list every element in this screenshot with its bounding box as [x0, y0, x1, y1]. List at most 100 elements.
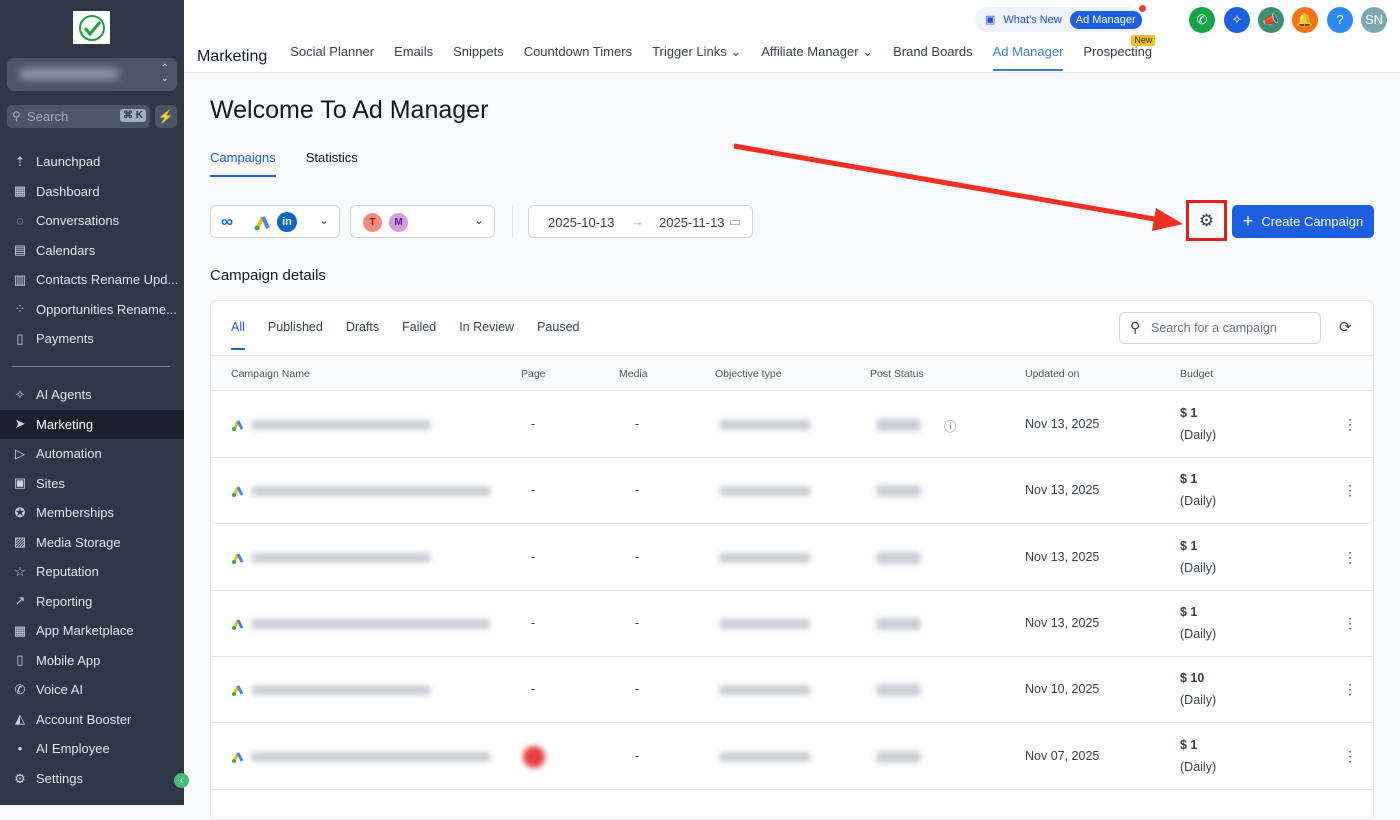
sidebar-item-ai[interactable]: ✧ AI Agents	[0, 380, 184, 410]
announcements-button[interactable]: 📣	[1258, 7, 1284, 33]
sidebar-item-label: Sites	[36, 475, 65, 491]
campaign-name-redacted[interactable]	[251, 751, 491, 762]
ai-sparkle-button[interactable]: ✧	[1224, 7, 1250, 33]
user-avatar[interactable]: SN	[1361, 7, 1387, 33]
more-actions-icon[interactable]: ⋮	[1343, 615, 1357, 632]
tab-snippets[interactable]: Snippets	[453, 43, 504, 71]
tab-label: Snippets	[453, 44, 504, 59]
campaign-name-redacted[interactable]	[251, 685, 431, 696]
sidebar-item-account[interactable]: ◭ Account Booster	[0, 705, 184, 735]
tab-statistics[interactable]: Statistics	[306, 150, 358, 177]
table-row[interactable]: - - Nov 13, 2025 $ 1 (Daily) ⋮ ⓘ	[211, 392, 1373, 458]
info-icon[interactable]: ⓘ	[944, 416, 957, 435]
date-range-picker[interactable]: 2025-10-13 → 2025-11-13 ▭	[528, 205, 753, 238]
sidebar-item-label: Media Storage	[36, 534, 121, 550]
sidebar-item-marketing[interactable]: ➤ Marketing	[0, 409, 184, 439]
account-select[interactable]: T M ⌄	[350, 205, 495, 238]
sidebar-item-memberships[interactable]: ✪ Memberships	[0, 498, 184, 528]
search-placeholder: Search	[27, 109, 69, 124]
campaign-name-redacted[interactable]	[251, 486, 491, 497]
objective-redacted	[719, 751, 811, 762]
search-placeholder: Search for a campaign	[1151, 321, 1277, 335]
more-actions-icon[interactable]: ⋮	[1343, 549, 1357, 566]
sidebar-item-opportunities[interactable]: ⁘ Opportunities Rename...	[0, 295, 184, 325]
google-ads-icon	[254, 216, 270, 231]
sidebar-item-launchpad[interactable]: ⇡ Launchpad	[0, 147, 184, 177]
campaign-search-input[interactable]: ⚲ Search for a campaign	[1119, 312, 1321, 344]
sidebar-item-conversations[interactable]: ◌ Conversations	[0, 206, 184, 236]
sidebar-item-media[interactable]: ▨ Media Storage	[0, 528, 184, 558]
tab-campaigns[interactable]: Campaigns	[210, 150, 276, 177]
filter-tab-paused[interactable]: Paused	[537, 320, 579, 350]
sidebar-item-contacts[interactable]: ▥ Contacts Rename Upd...	[0, 265, 184, 295]
more-actions-icon[interactable]: ⋮	[1343, 416, 1357, 433]
campaign-name-redacted[interactable]	[251, 552, 431, 563]
more-actions-icon[interactable]: ⋮	[1343, 748, 1357, 765]
sidebar-item-mobile[interactable]: ▯ Mobile App	[0, 646, 184, 676]
create-campaign-button[interactable]: + Create Campaign	[1232, 205, 1374, 238]
gear-icon: ⚙	[1198, 210, 1215, 230]
more-actions-icon[interactable]: ⋮	[1343, 482, 1357, 499]
linkedin-icon: in	[277, 212, 297, 232]
table-row[interactable]: - - Nov 13, 2025 $ 1 (Daily) ⋮	[211, 525, 1373, 591]
phone-button[interactable]: ✆	[1189, 7, 1215, 33]
budget-value: $ 10	[1180, 671, 1205, 686]
sidebar-item-voice[interactable]: ✆ Voice AI	[0, 675, 184, 705]
notifications-button[interactable]: 🔔	[1292, 7, 1318, 33]
filter-tab-drafts[interactable]: Drafts	[346, 320, 379, 350]
budget-period: (Daily)	[1180, 626, 1217, 641]
filter-tab-failed[interactable]: Failed	[402, 320, 436, 350]
table-row[interactable]: - - Nov 10, 2025 $ 10 (Daily) ⋮	[211, 657, 1373, 724]
settings-gear-button[interactable]: ⚙	[1186, 200, 1227, 241]
sidebar-item-calendars[interactable]: ▤ Calendars	[0, 236, 184, 266]
table-row[interactable]: - - Nov 13, 2025 $ 1 (Daily) ⋮	[211, 591, 1373, 657]
tab-trigger-links[interactable]: Trigger Links ⌄	[652, 43, 741, 71]
refresh-icon[interactable]: ⟳	[1339, 318, 1352, 336]
objective-redacted	[719, 618, 811, 629]
collapse-sidebar-button[interactable]: ‹	[174, 773, 189, 788]
sidebar-item-automation[interactable]: ▷ Automation	[0, 439, 184, 469]
filter-tab-published[interactable]: Published	[268, 320, 323, 350]
tab-brand-boards[interactable]: Brand Boards	[893, 43, 973, 71]
campaign-name-redacted[interactable]	[251, 618, 491, 629]
tab-countdown-timers[interactable]: Countdown Timers	[524, 43, 632, 71]
sidebar-item-reputation[interactable]: ☆ Reputation	[0, 557, 184, 587]
help-button[interactable]: ?	[1327, 7, 1353, 33]
tab-ad-manager[interactable]: Ad Manager	[992, 43, 1064, 71]
sidebar-item-sites[interactable]: ▣ Sites	[0, 469, 184, 499]
table-row[interactable]: - Nov 07, 2025 $ 1 (Daily) ⋮	[211, 724, 1373, 790]
table-row[interactable]: - - Nov 13, 2025 $ 1 (Daily) ⋮	[211, 458, 1373, 525]
quick-actions-button[interactable]: ⚡	[155, 105, 177, 128]
tab-affiliate-manager[interactable]: Affiliate Manager ⌄	[761, 43, 873, 71]
budget-value: $ 1	[1180, 737, 1198, 752]
campaign-name-redacted[interactable]	[251, 420, 431, 430]
notification-dot	[1139, 5, 1146, 12]
sidebar-item-settings[interactable]: ⚙ Settings	[0, 764, 184, 794]
subtabs: Campaigns Statistics	[210, 150, 358, 177]
column-header: Campaign Name	[231, 368, 310, 380]
sites-icon: ▣	[13, 475, 27, 491]
sidebar-item-dashboard[interactable]: ▦ Dashboard	[0, 177, 184, 207]
sidebar-item-payments[interactable]: ▯ Payments	[0, 324, 184, 354]
filter-tab-in-review[interactable]: In Review	[459, 320, 514, 350]
tab-label: Countdown Timers	[523, 44, 633, 59]
chat-icon: ◌	[16, 213, 24, 229]
sidebar-search[interactable]: ⚲ Search ⌘ K	[7, 105, 150, 128]
nav-apps: ✧ AI Agents ➤ Marketing ▷ Automation ▣ Sites ✪ Me…	[0, 380, 184, 764]
dot-icon: •	[17, 741, 23, 757]
sidebar-item-label: Reporting	[36, 593, 93, 609]
tab-prospecting[interactable]: Prospecting New	[1083, 35, 1156, 71]
filter-tab-all[interactable]: All	[231, 320, 245, 350]
account-switcher[interactable]: ⌃ ⌄	[7, 58, 177, 91]
sidebar-item-app[interactable]: ▦ App Marketplace	[0, 616, 184, 646]
sidebar-item-reporting[interactable]: ↗ Reporting	[0, 587, 184, 617]
tab-social-planner[interactable]: Social Planner	[290, 43, 374, 71]
whats-new-button[interactable]: ▣ What's New Ad Manager	[975, 5, 1146, 32]
sidebar-item-ai[interactable]: • AI Employee	[0, 734, 184, 764]
sidebar-item-label: Account Booster	[36, 711, 132, 727]
platform-select[interactable]: ∞ in ⌄	[210, 205, 340, 238]
more-actions-icon[interactable]: ⋮	[1343, 681, 1357, 698]
google-ads-icon	[232, 420, 244, 431]
tab-emails[interactable]: Emails	[394, 43, 433, 71]
chevron-down-icon: ⌄	[318, 213, 329, 227]
